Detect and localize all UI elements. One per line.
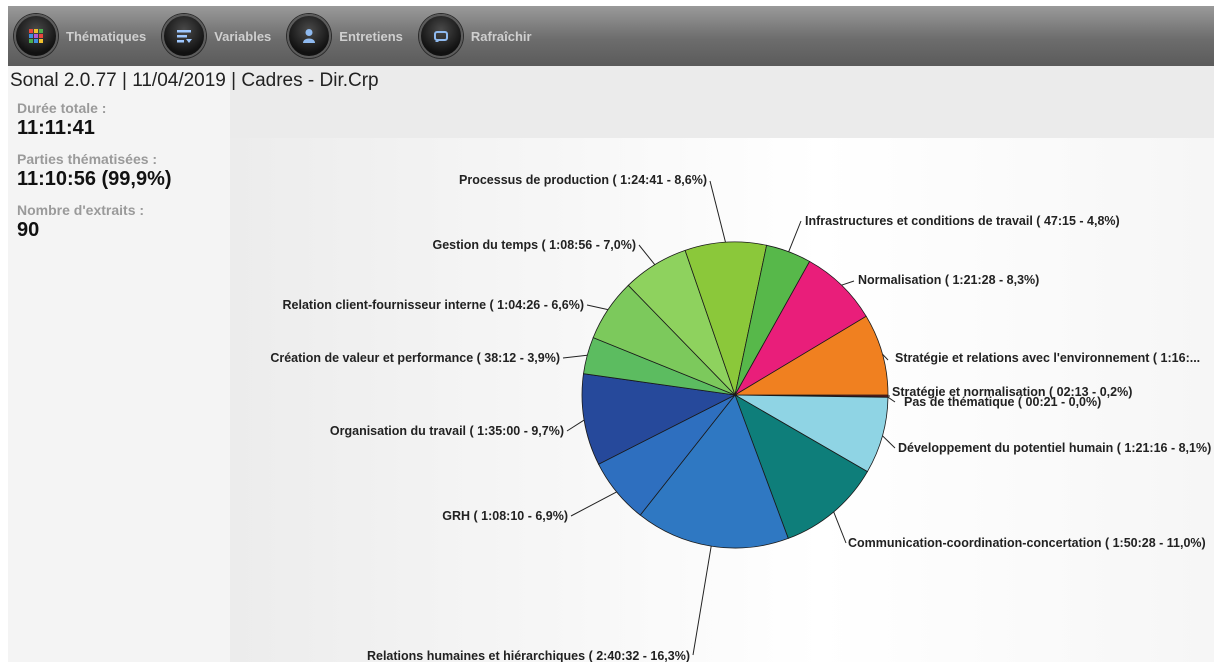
slice-leader-line <box>570 491 617 517</box>
slice-label: Développement du potentiel humain ( 1:21… <box>898 441 1211 455</box>
slice-leader-line <box>586 304 609 311</box>
slice-label: Relation client-fournisseur interne ( 1:… <box>283 298 584 312</box>
slice-label: Communication-coordination-concertation … <box>848 536 1206 550</box>
slice-label: Relations humaines et hiérarchiques ( 2:… <box>367 649 690 662</box>
slice-label: Création de valeur et performance ( 38:1… <box>270 351 560 365</box>
slice-leader-line <box>638 244 656 266</box>
slice-label: GRH ( 1:08:10 - 6,9%) <box>442 509 568 523</box>
slice-leader-line <box>562 354 588 359</box>
slice-leader-line <box>841 280 855 286</box>
slice-label: Infrastructures et conditions de travail… <box>805 214 1120 228</box>
slice-label: Pas de thématique ( 00:21 - 0,0%) <box>904 395 1101 409</box>
slice-label: Stratégie et relations avec l'environnem… <box>895 351 1200 365</box>
slice-leader-line <box>882 435 896 449</box>
pie-chart: Stratégie et normalisation ( 02:13 - 0,2… <box>270 173 1211 662</box>
slice-leader-line <box>566 419 585 432</box>
slice-label: Normalisation ( 1:21:28 - 8,3%) <box>858 273 1039 287</box>
slice-leader-line <box>692 546 712 656</box>
slice-leader-line <box>833 511 847 544</box>
slice-leader-line <box>709 180 726 243</box>
slice-label: Processus de production ( 1:24:41 - 8,6%… <box>459 173 707 187</box>
slice-label: Organisation du travail ( 1:35:00 - 9,7%… <box>330 424 564 438</box>
slice-label: Gestion du temps ( 1:08:56 - 7,0%) <box>432 238 636 252</box>
slice-leader-line <box>788 220 802 252</box>
